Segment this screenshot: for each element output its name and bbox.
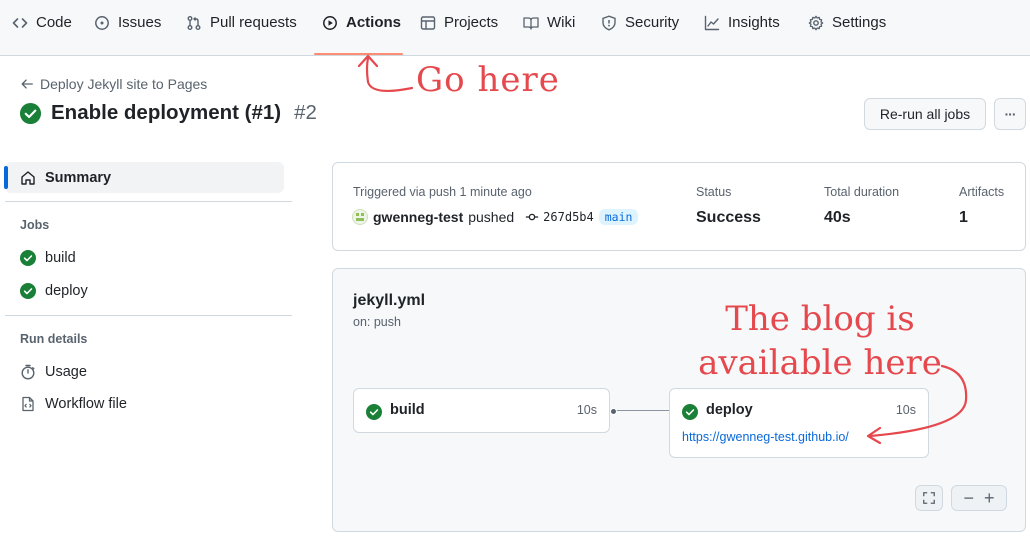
tab-code[interactable]: Code [12, 14, 72, 50]
check-circle-icon [366, 404, 382, 420]
commit-link[interactable]: 267d5b4 [525, 210, 594, 224]
go-here-arrow [357, 54, 414, 93]
job-name-deploy: deploy [706, 402, 753, 418]
tab-security[interactable]: Security [601, 14, 679, 50]
deployment-url-link[interactable]: https://gwenneg-test.github.io/ [682, 430, 849, 444]
run-title: Enable deployment (#1) [51, 101, 282, 124]
status-value: Success [696, 209, 761, 226]
avatar[interactable] [352, 209, 368, 225]
home-icon [20, 170, 36, 186]
arrow-left-icon [20, 77, 34, 91]
shield-icon [601, 15, 617, 31]
job-connector [610, 408, 676, 415]
connector-dot-start [610, 408, 617, 415]
push-action: pushed [468, 209, 515, 225]
sidebar-summary-label: Summary [45, 169, 112, 186]
check-circle-icon [20, 283, 36, 299]
tab-wiki-label: Wiki [547, 14, 576, 31]
repo-nav: Code Issues Pull requests Actions Projec… [0, 0, 1030, 56]
tab-projects[interactable]: Projects [420, 14, 498, 50]
tab-actions-label: Actions [346, 14, 402, 31]
zoom-out-button[interactable]: − [963, 488, 974, 509]
fullscreen-button[interactable] [915, 485, 943, 511]
trigger-info: gwenneg-test pushed 267d5b4 main [352, 209, 639, 225]
breadcrumb[interactable]: Deploy Jekyll site to Pages [20, 76, 207, 92]
duration-value: 40s [824, 209, 851, 226]
kebab-horizontal-icon: ··· [1004, 106, 1017, 122]
check-circle-icon [20, 250, 36, 266]
sidebar-item-usage[interactable]: Usage [20, 361, 87, 383]
run-details-heading: Run details [20, 332, 88, 346]
artifacts-label: Artifacts [959, 185, 1005, 199]
git-commit-icon [525, 210, 539, 224]
branch-tag[interactable]: main [598, 209, 639, 225]
artifacts-value[interactable]: 1 [959, 209, 968, 227]
tab-actions[interactable]: Actions [322, 14, 401, 50]
tab-pull-requests-label: Pull requests [210, 14, 297, 31]
annotation-blog-line2: available here [698, 343, 942, 383]
commit-sha: 267d5b4 [543, 210, 594, 224]
tab-issues-label: Issues [118, 14, 162, 31]
tab-pull-requests[interactable]: Pull requests [186, 14, 297, 50]
tab-insights[interactable]: Insights [704, 14, 780, 50]
triggered-label: Triggered via push 1 minute ago [353, 185, 532, 199]
tab-code-label: Code [36, 14, 72, 31]
job-duration-build: 10s [576, 403, 597, 417]
annotation-blog: The blog is available here [680, 297, 960, 385]
check-circle-icon [19, 102, 42, 125]
tab-security-label: Security [625, 14, 680, 31]
sidebar-item-summary[interactable]: Summary [4, 162, 284, 193]
annotation-blog-line1: The blog is [725, 299, 915, 339]
workflow-name: jekyll.yml [353, 292, 426, 309]
actor-link[interactable]: gwenneg-test [373, 209, 463, 225]
issue-icon [94, 15, 110, 31]
tab-settings-label: Settings [832, 14, 887, 31]
code-icon [12, 15, 28, 31]
run-summary-card: Triggered via push 1 minute ago gwenneg-… [332, 162, 1026, 251]
sidebar-divider [5, 201, 292, 202]
page-title: Enable deployment (#1) #2 [19, 101, 317, 125]
pull-request-icon [186, 15, 202, 31]
workflow-trigger: on: push [353, 315, 401, 329]
active-tab-underline [314, 53, 403, 55]
zoom-controls: − + [951, 485, 1007, 511]
tab-projects-label: Projects [444, 14, 499, 31]
sidebar-workflow-file-label: Workflow file [45, 396, 127, 412]
book-icon [523, 15, 539, 31]
stopwatch-icon [20, 364, 36, 380]
duration-label: Total duration [824, 185, 900, 199]
sidebar-deploy-label: deploy [45, 283, 88, 299]
breadcrumb-label: Deploy Jekyll site to Pages [40, 76, 208, 92]
tab-insights-label: Insights [728, 14, 780, 31]
tab-settings[interactable]: Settings [808, 14, 886, 50]
job-name-build: build [390, 402, 425, 418]
file-code-icon [20, 396, 36, 412]
more-options-button[interactable]: ··· [994, 98, 1026, 130]
run-number: #2 [294, 101, 317, 124]
play-icon [322, 15, 338, 31]
job-node-build[interactable]: build 10s [353, 388, 610, 433]
graph-icon [704, 15, 720, 31]
sidebar-build-label: build [45, 250, 76, 266]
gear-icon [808, 15, 824, 31]
check-circle-icon [682, 404, 698, 420]
tab-wiki[interactable]: Wiki [523, 14, 575, 50]
tab-issues[interactable]: Issues [94, 14, 161, 50]
zoom-in-button[interactable]: + [984, 488, 995, 509]
sidebar-item-workflow-file[interactable]: Workflow file [20, 393, 127, 415]
table-icon [420, 15, 436, 31]
sidebar-usage-label: Usage [45, 364, 87, 380]
sidebar-item-build[interactable]: build [20, 247, 76, 269]
job-node-deploy[interactable]: deploy 10s https://gwenneg-test.github.i… [669, 388, 929, 458]
rerun-all-jobs-button[interactable]: Re-run all jobs [864, 98, 986, 130]
jobs-heading: Jobs [20, 218, 50, 232]
sidebar-divider [5, 315, 292, 316]
screen-full-icon [922, 491, 936, 505]
sidebar-item-deploy[interactable]: deploy [20, 280, 88, 302]
annotation-go-here: Go here [416, 60, 560, 100]
connector-line [615, 410, 671, 411]
status-label: Status [696, 185, 732, 199]
job-duration-deploy: 10s [895, 403, 916, 417]
